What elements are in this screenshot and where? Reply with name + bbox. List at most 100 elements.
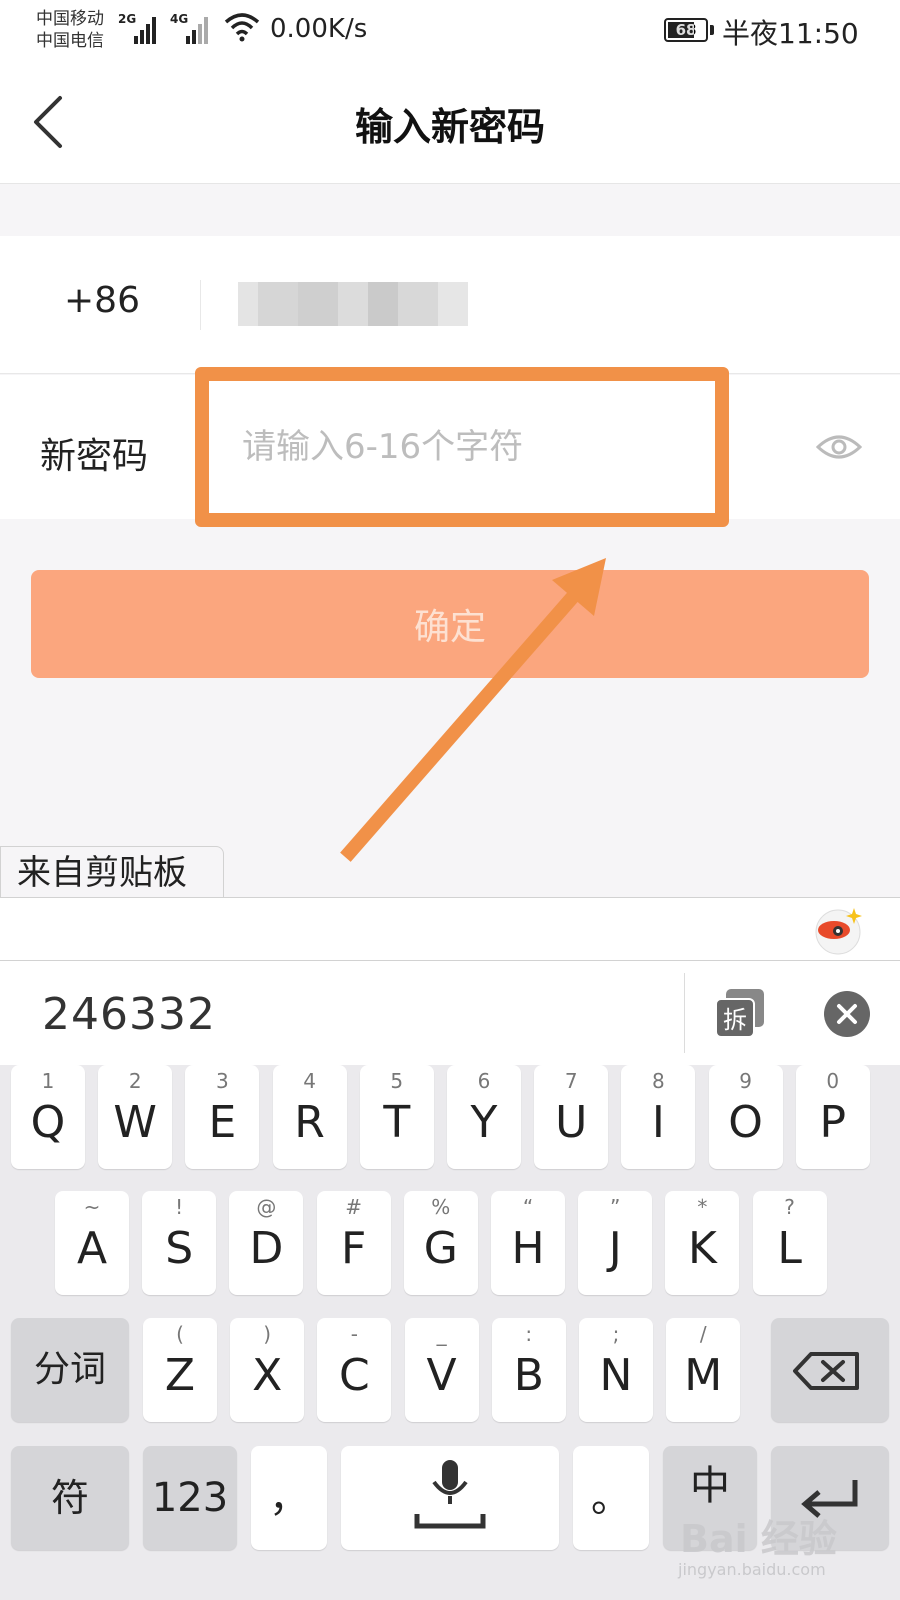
key-e[interactable]: 3E: [185, 1065, 260, 1169]
comma-key-label: ，: [269, 1475, 309, 1521]
key-f[interactable]: # F: [316, 1191, 391, 1295]
key-sub-label: 3: [216, 1069, 229, 1093]
key-k[interactable]: * K: [665, 1191, 740, 1295]
confirm-button[interactable]: 确定: [31, 570, 869, 678]
carrier-info: 中国移动 中国电信: [36, 8, 104, 52]
key-main-label: W: [113, 1097, 157, 1148]
clipboard-text[interactable]: 246332: [42, 989, 216, 1040]
signal-2-icon: [186, 14, 212, 44]
key-sub-label: 0: [826, 1069, 840, 1093]
segment-key[interactable]: 分词: [11, 1318, 129, 1422]
key-main-label: R: [294, 1097, 325, 1148]
key-r[interactable]: 4R: [272, 1065, 347, 1169]
key-main-label: N: [599, 1350, 633, 1401]
key-sub-label: 2: [128, 1069, 142, 1093]
battery-level: 68: [675, 21, 697, 39]
key-s[interactable]: ! S: [142, 1191, 217, 1295]
key-sub-label: ~: [83, 1195, 101, 1219]
key-main-label: K: [687, 1223, 717, 1274]
key-c[interactable]: -C: [317, 1318, 392, 1422]
key-sub-label: 8: [652, 1069, 665, 1093]
period-key-label: 。: [591, 1475, 631, 1521]
clipboard-tab: 来自剪贴板: [0, 846, 224, 898]
key-main-label: C: [339, 1350, 370, 1401]
key-main-label: Q: [30, 1097, 66, 1148]
key-h[interactable]: “H: [491, 1191, 565, 1295]
comma-key[interactable]: ，: [251, 1446, 327, 1550]
period-key[interactable]: 。: [573, 1446, 649, 1550]
key-sub-label: ?: [784, 1195, 795, 1219]
key-main-label: E: [208, 1097, 237, 1148]
new-password-input[interactable]: [200, 405, 710, 489]
key-sub-label: :: [525, 1322, 533, 1346]
key-main-label: V: [426, 1350, 457, 1401]
key-i[interactable]: 8I: [621, 1065, 696, 1169]
watermark-logo: Bai 经验: [680, 1517, 837, 1561]
split-icon-char: 拆: [723, 1006, 747, 1034]
key-main-label: I: [651, 1097, 665, 1148]
key-v[interactable]: _ V: [404, 1318, 479, 1422]
key-sub-label: 9: [739, 1069, 752, 1093]
eye-icon[interactable]: [816, 431, 862, 463]
key-u[interactable]: 7U: [534, 1065, 609, 1169]
key-t[interactable]: 5T: [359, 1065, 434, 1169]
key-main-label: B: [513, 1350, 544, 1401]
key-sub-label: ): [263, 1322, 272, 1346]
key-p[interactable]: 0P: [795, 1065, 870, 1169]
backspace-key[interactable]: [771, 1318, 889, 1422]
clipboard-strip: [0, 897, 900, 961]
key-g[interactable]: % G: [403, 1191, 478, 1295]
key-n[interactable]: ; N: [579, 1318, 653, 1422]
key-main-label: H: [511, 1223, 545, 1274]
key-a[interactable]: ~ A: [55, 1191, 129, 1295]
key-d[interactable]: @ D: [229, 1191, 304, 1295]
carrier-2: 中国电信: [36, 31, 104, 51]
key-sub-label: 5: [390, 1069, 404, 1093]
key-sub-label: #: [345, 1195, 362, 1219]
space-key[interactable]: [341, 1446, 559, 1550]
key-x[interactable]: ) X: [230, 1318, 305, 1422]
country-code[interactable]: +86: [64, 280, 140, 321]
password-row: 新密码: [0, 375, 900, 519]
key-main-label: M: [684, 1350, 723, 1401]
close-icon: [837, 1004, 857, 1024]
carrier-1: 中国移动: [36, 9, 104, 29]
key-main-label: L: [777, 1223, 802, 1274]
key-b[interactable]: :B: [491, 1318, 566, 1422]
clipboard-content-bar: 246332 拆: [0, 961, 900, 1065]
phone-number-blurred[interactable]: [238, 282, 468, 326]
status-time: 半夜11:50: [722, 17, 859, 50]
keyboard-mascot-icon[interactable]: [812, 904, 864, 956]
battery-icon: 68: [664, 18, 708, 42]
watermark-url: jingyan.baidu.com: [678, 1560, 826, 1579]
clear-clipboard-button[interactable]: [824, 991, 870, 1037]
key-main-label: D: [249, 1223, 284, 1274]
key-main-label: G: [423, 1223, 458, 1274]
key-sub-label: (: [176, 1322, 184, 1346]
key-sub-label: -: [350, 1322, 358, 1346]
key-sub-label: 6: [477, 1069, 491, 1093]
key-main-label: X: [252, 1350, 283, 1401]
key-sub-label: /: [699, 1322, 707, 1346]
key-j[interactable]: ” J: [578, 1191, 653, 1295]
key-main-label: Y: [470, 1097, 498, 1148]
key-o[interactable]: 9O: [708, 1065, 783, 1169]
key-w[interactable]: 2W: [98, 1065, 173, 1169]
key-sub-label: 7: [564, 1069, 578, 1093]
network-speed: 0.00K/s: [270, 14, 368, 44]
number-key[interactable]: 123: [143, 1446, 237, 1550]
symbol-key-label: 符: [50, 1476, 89, 1520]
key-y[interactable]: 6Y: [447, 1065, 521, 1169]
key-l[interactable]: ? L: [752, 1191, 827, 1295]
key-sub-label: “: [522, 1195, 534, 1219]
key-main-label: O: [728, 1097, 763, 1148]
key-z[interactable]: (Z: [143, 1318, 217, 1422]
key-sub-label: _: [436, 1322, 447, 1346]
symbol-key[interactable]: 符: [11, 1446, 129, 1550]
key-m[interactable]: / M: [666, 1318, 741, 1422]
wifi-icon: [224, 13, 260, 42]
key-q[interactable]: 1Q: [11, 1065, 85, 1169]
phone-row: +86: [0, 236, 900, 374]
split-icon[interactable]: 拆: [712, 985, 768, 1041]
page-title: 输入新密码: [354, 105, 545, 149]
